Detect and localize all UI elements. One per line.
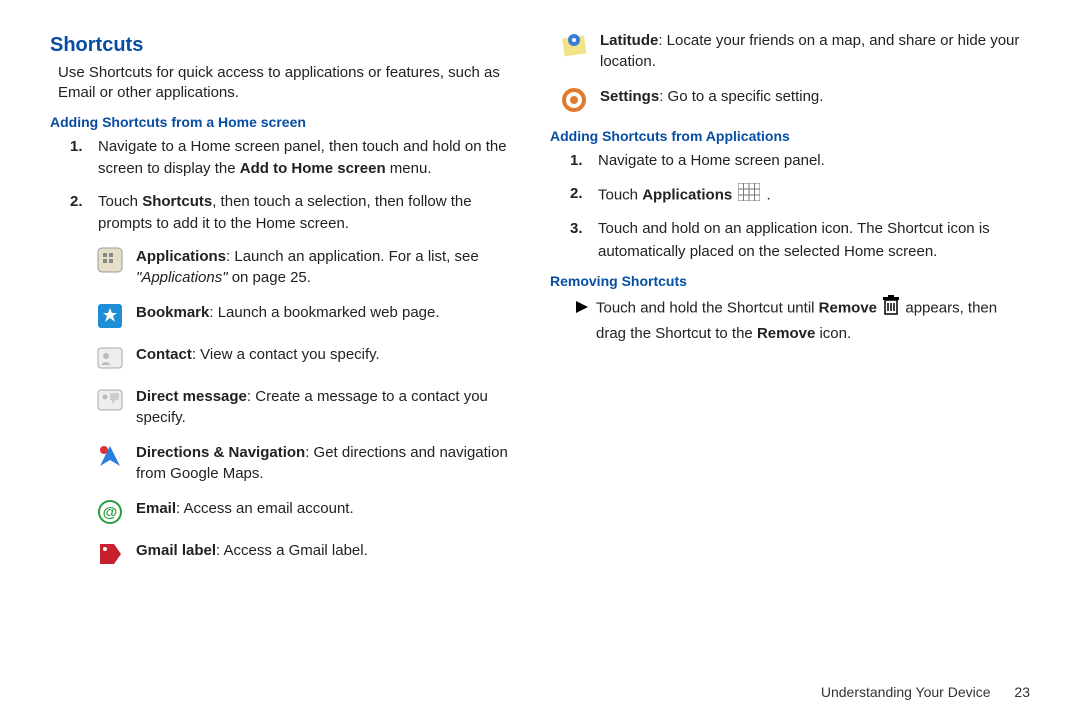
step-number: 3. (570, 218, 583, 241)
step-text: Navigate to a Home screen panel. (598, 152, 825, 169)
settings-icon (560, 86, 588, 114)
item-direct-message: Direct message: Create a message to a co… (96, 386, 520, 428)
section-title: Shortcuts (50, 34, 520, 57)
ref-italic: "Applications" (136, 269, 228, 286)
step-1: 1. Navigate to a Home screen panel, then… (70, 136, 520, 181)
page-footer: Understanding Your Device 23 (821, 684, 1030, 700)
bold-text: Applications (642, 186, 732, 203)
applications-grid-icon (738, 183, 760, 209)
desc: : Access a Gmail label. (216, 542, 368, 559)
contact-icon (96, 344, 124, 372)
intro-text: Use Shortcuts for quick access to applic… (58, 63, 520, 104)
step-text: menu. (386, 160, 432, 177)
item-text: Email: Access an email account. (136, 498, 354, 519)
item-text: Applications: Launch an application. For… (136, 246, 520, 288)
step-number: 2. (70, 191, 83, 214)
item-applications: Applications: Launch an application. For… (96, 246, 520, 288)
label: Email (136, 500, 176, 517)
desc: : Launch an application. For a list, see (226, 248, 479, 265)
desc: : Access an email account. (176, 500, 354, 517)
label: Applications (136, 248, 226, 265)
footer-section: Understanding Your Device (821, 684, 991, 700)
remove-bullet: Touch and hold the Shortcut until Remove… (570, 295, 1030, 345)
step-2: 2. Touch Shortcuts, then touch a selecti… (70, 191, 520, 236)
steps-apps: 1. Navigate to a Home screen panel. 2. T… (570, 150, 1030, 263)
latitude-icon (560, 30, 588, 58)
label: Directions & Navigation (136, 444, 305, 461)
step-2: 2. Touch Applications . (570, 183, 1030, 209)
step-text: Touch (598, 186, 642, 203)
desc: : Locate your friends on a map, and shar… (600, 32, 1019, 70)
t: Touch and hold the Shortcut until (596, 300, 819, 317)
subheading-removing: Removing Shortcuts (550, 273, 1030, 289)
shortcut-types-list-cont: Latitude: Locate your friends on a map, … (560, 30, 1030, 114)
step-3: 3. Touch and hold on an application icon… (570, 218, 1030, 263)
gmail-label-icon (96, 540, 124, 568)
trash-icon (883, 295, 899, 323)
desc: : View a contact you specify. (192, 346, 380, 363)
bullet-row: Touch and hold the Shortcut until Remove… (570, 295, 1030, 345)
item-text: Settings: Go to a specific setting. (600, 86, 823, 107)
item-directions: Directions & Navigation: Get directions … (96, 442, 520, 484)
label: Contact (136, 346, 192, 363)
step-text: Touch and hold on an application icon. T… (598, 220, 990, 260)
item-latitude: Latitude: Locate your friends on a map, … (560, 30, 1030, 72)
triangle-bullet-icon (570, 295, 596, 321)
item-gmail-label: Gmail label: Access a Gmail label. (96, 540, 520, 568)
label: Bookmark (136, 304, 209, 321)
right-column: Latitude: Locate your friends on a map, … (540, 30, 1030, 582)
directions-icon (96, 442, 124, 470)
left-column: Shortcuts Use Shortcuts for quick access… (50, 30, 540, 582)
label: Direct message (136, 388, 247, 405)
applications-icon (96, 246, 124, 274)
shortcut-types-list: Applications: Launch an application. For… (96, 246, 520, 568)
label: Settings (600, 88, 659, 105)
footer-page-number: 23 (1014, 684, 1030, 700)
item-text: Bookmark: Launch a bookmarked web page. (136, 302, 440, 323)
steps-home: 1. Navigate to a Home screen panel, then… (70, 136, 520, 236)
ref: on page 25. (228, 269, 311, 286)
bullet-text: Touch and hold the Shortcut until Remove… (596, 295, 1030, 345)
bold-text: Add to Home screen (240, 160, 386, 177)
step-number: 2. (570, 183, 583, 206)
item-contact: Contact: View a contact you specify. (96, 344, 520, 372)
step-number: 1. (570, 150, 583, 173)
label: Gmail label (136, 542, 216, 559)
item-text: Gmail label: Access a Gmail label. (136, 540, 368, 561)
item-text: Latitude: Locate your friends on a map, … (600, 30, 1030, 72)
item-settings: Settings: Go to a specific setting. (560, 86, 1030, 114)
step-text: Touch (98, 193, 142, 210)
svg-text:@: @ (103, 504, 118, 521)
item-text: Direct message: Create a message to a co… (136, 386, 520, 428)
bookmark-icon (96, 302, 124, 330)
bold-text: Remove (757, 325, 815, 342)
desc: : Launch a bookmarked web page. (209, 304, 439, 321)
bold-text: Shortcuts (142, 193, 212, 210)
subheading-adding-apps: Adding Shortcuts from Applications (550, 128, 1030, 144)
bold-text: Remove (819, 300, 877, 317)
desc: : Go to a specific setting. (659, 88, 823, 105)
item-email: @ Email: Access an email account. (96, 498, 520, 526)
item-text: Directions & Navigation: Get directions … (136, 442, 520, 484)
email-icon: @ (96, 498, 124, 526)
item-bookmark: Bookmark: Launch a bookmarked web page. (96, 302, 520, 330)
step-number: 1. (70, 136, 83, 159)
item-text: Contact: View a contact you specify. (136, 344, 380, 365)
direct-message-icon (96, 386, 124, 414)
subheading-adding-home: Adding Shortcuts from a Home screen (50, 114, 520, 130)
page-body: Shortcuts Use Shortcuts for quick access… (0, 0, 1080, 582)
label: Latitude (600, 32, 658, 49)
step-text: . (762, 186, 770, 203)
t: icon. (815, 325, 851, 342)
step-1: 1. Navigate to a Home screen panel. (570, 150, 1030, 173)
